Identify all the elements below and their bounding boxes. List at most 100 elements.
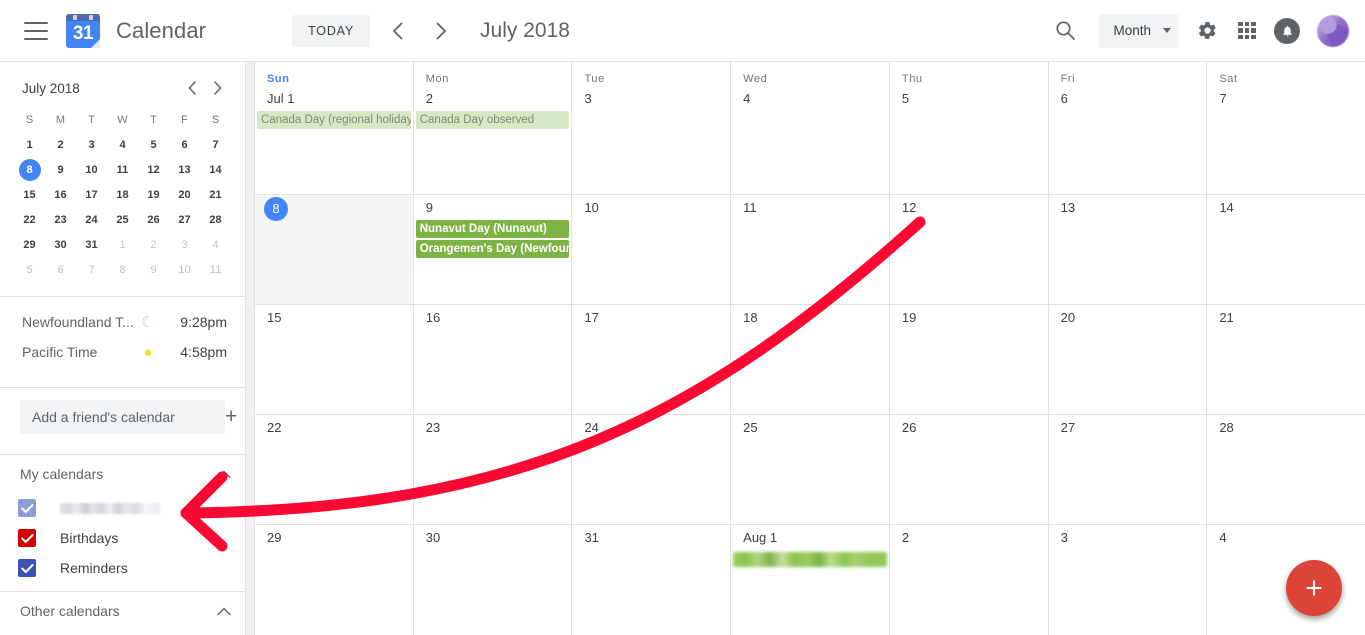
calendar-day-cell[interactable]: 16 xyxy=(414,305,573,414)
mini-cal-day[interactable]: 7 xyxy=(76,258,107,282)
mini-cal-day[interactable]: 22 xyxy=(14,208,45,232)
create-event-fab[interactable] xyxy=(1286,560,1342,616)
mini-cal-day[interactable]: 16 xyxy=(45,183,76,207)
mini-cal-day[interactable]: 27 xyxy=(169,208,200,232)
calendar-day-number[interactable]: 25 xyxy=(731,415,757,438)
calendar-day-number[interactable]: 18 xyxy=(731,305,757,328)
mini-cal-day[interactable]: 10 xyxy=(76,158,107,182)
calendar-day-cell[interactable]: 29 xyxy=(255,525,414,635)
calendar-day-number[interactable]: 3 xyxy=(572,86,591,109)
mini-cal-day[interactable]: 2 xyxy=(45,133,76,157)
calendar-day-number[interactable]: 20 xyxy=(1049,305,1075,328)
mini-cal-day[interactable]: 7 xyxy=(200,133,231,157)
calendar-day-number[interactable]: 17 xyxy=(572,305,598,328)
calendar-day-cell[interactable]: 2 xyxy=(890,525,1049,635)
calendar-day-cell[interactable]: 17 xyxy=(572,305,732,414)
calendar-day-cell[interactable]: 25 xyxy=(731,415,890,524)
mini-cal-day[interactable]: 15 xyxy=(14,183,45,207)
calendar-checkbox[interactable] xyxy=(18,559,36,577)
calendar-day-cell[interactable]: 20 xyxy=(1049,305,1208,414)
mini-cal-day[interactable]: 8 xyxy=(14,158,45,182)
calendar-event-chip[interactable] xyxy=(733,552,887,567)
calendar-day-cell[interactable]: Aug 1 xyxy=(731,525,890,635)
user-avatar[interactable] xyxy=(1317,14,1349,47)
sidebar-scrollbar[interactable] xyxy=(246,62,255,635)
calendar-event-chip[interactable]: Nunavut Day (Nunavut) xyxy=(415,220,570,238)
calendar-day-cell[interactable]: 9 Nunavut Day (Nunavut) Orangemen's Day (N… xyxy=(414,195,573,304)
plus-icon[interactable]: + xyxy=(225,400,237,434)
mini-cal-day[interactable]: 4 xyxy=(107,133,138,157)
mini-cal-day[interactable]: 25 xyxy=(107,208,138,232)
calendar-day-number[interactable]: 29 xyxy=(255,525,281,548)
calendar-day-cell[interactable]: 27 xyxy=(1049,415,1208,524)
calendar-day-number[interactable]: 7 xyxy=(1207,86,1226,109)
calendar-day-number[interactable]: Jul 1 xyxy=(255,86,294,109)
mini-prev-month-button[interactable] xyxy=(179,75,205,101)
calendar-day-cell[interactable]: 15 xyxy=(255,305,414,414)
calendar-day-cell[interactable]: Sun Jul 1 Canada Day (regional holiday) xyxy=(255,62,414,194)
view-mode-select[interactable]: Month xyxy=(1099,13,1179,48)
calendar-day-number[interactable]: 2 xyxy=(890,525,909,548)
calendar-day-cell[interactable]: Wed 4 xyxy=(731,62,890,194)
calendar-day-cell[interactable]: 22 xyxy=(255,415,414,524)
calendar-day-number[interactable]: 4 xyxy=(731,86,750,109)
mini-cal-day[interactable]: 3 xyxy=(169,233,200,257)
today-button[interactable]: TODAY xyxy=(292,14,371,47)
notifications-button[interactable] xyxy=(1267,11,1307,51)
mini-cal-day[interactable]: 31 xyxy=(76,233,107,257)
calendar-day-number[interactable]: 6 xyxy=(1049,86,1068,109)
calendar-day-number[interactable]: 2 xyxy=(414,86,433,109)
next-month-button[interactable] xyxy=(424,14,458,48)
mini-cal-day[interactable]: 26 xyxy=(138,208,169,232)
calendar-day-cell[interactable]: 21 xyxy=(1207,305,1365,414)
calendar-day-number[interactable]: 23 xyxy=(414,415,440,438)
mini-cal-day[interactable]: 21 xyxy=(200,183,231,207)
calendar-event-chip[interactable]: Orangemen's Day (Newfoundland) xyxy=(415,240,570,258)
calendar-day-cell[interactable]: 26 xyxy=(890,415,1049,524)
calendar-day-number[interactable]: 31 xyxy=(572,525,598,548)
calendar-day-cell[interactable]: 11 xyxy=(731,195,890,304)
calendar-day-number[interactable]: 26 xyxy=(890,415,916,438)
calendar-day-cell[interactable]: Thu 5 xyxy=(890,62,1049,194)
gear-icon[interactable] xyxy=(1187,11,1227,51)
calendar-day-cell[interactable]: 8 xyxy=(255,195,414,304)
mini-cal-day[interactable]: 20 xyxy=(169,183,200,207)
calendar-day-cell[interactable]: 31 xyxy=(572,525,732,635)
calendar-day-cell[interactable]: 18 xyxy=(731,305,890,414)
mini-cal-day[interactable]: 29 xyxy=(14,233,45,257)
add-friend-calendar-input[interactable] xyxy=(20,400,225,434)
mini-cal-day[interactable]: 11 xyxy=(107,158,138,182)
my-calendars-header[interactable]: My calendars xyxy=(0,455,245,493)
calendar-day-number[interactable]: 14 xyxy=(1207,195,1233,218)
calendar-list-item[interactable]: Reminders xyxy=(0,553,245,583)
mini-cal-day[interactable]: 10 xyxy=(169,258,200,282)
mini-cal-day[interactable]: 8 xyxy=(107,258,138,282)
calendar-day-number[interactable]: 3 xyxy=(1049,525,1068,548)
calendar-checkbox[interactable] xyxy=(18,499,36,517)
mini-cal-day[interactable]: 6 xyxy=(45,258,76,282)
calendar-today-number[interactable]: 8 xyxy=(264,197,288,221)
mini-cal-day[interactable]: 13 xyxy=(169,158,200,182)
calendar-day-cell[interactable]: 10 xyxy=(572,195,732,304)
calendar-day-cell[interactable]: 14 xyxy=(1207,195,1365,304)
mini-cal-day[interactable]: 11 xyxy=(200,258,231,282)
calendar-day-cell[interactable]: 23 xyxy=(414,415,573,524)
calendar-day-number[interactable]: Aug 1 xyxy=(731,525,777,548)
calendar-day-number[interactable]: 4 xyxy=(1207,525,1226,548)
mini-cal-day[interactable]: 18 xyxy=(107,183,138,207)
mini-cal-day[interactable]: 4 xyxy=(200,233,231,257)
calendar-day-cell[interactable]: 30 xyxy=(414,525,573,635)
mini-cal-day[interactable]: 3 xyxy=(76,133,107,157)
calendar-day-number[interactable]: 24 xyxy=(572,415,598,438)
apps-grid-icon[interactable] xyxy=(1227,11,1267,51)
calendar-day-number[interactable]: 15 xyxy=(255,305,281,328)
mini-cal-day[interactable]: 14 xyxy=(200,158,231,182)
mini-cal-day[interactable]: 9 xyxy=(45,158,76,182)
calendar-day-number[interactable]: 5 xyxy=(890,86,909,109)
calendar-day-cell[interactable]: Mon 2 Canada Day observed xyxy=(414,62,573,194)
calendar-day-cell[interactable]: Fri 6 xyxy=(1049,62,1208,194)
calendar-day-number[interactable]: 21 xyxy=(1207,305,1233,328)
mini-cal-day[interactable]: 12 xyxy=(138,158,169,182)
hamburger-menu-icon[interactable] xyxy=(24,21,48,40)
calendar-day-number[interactable]: 10 xyxy=(572,195,598,218)
